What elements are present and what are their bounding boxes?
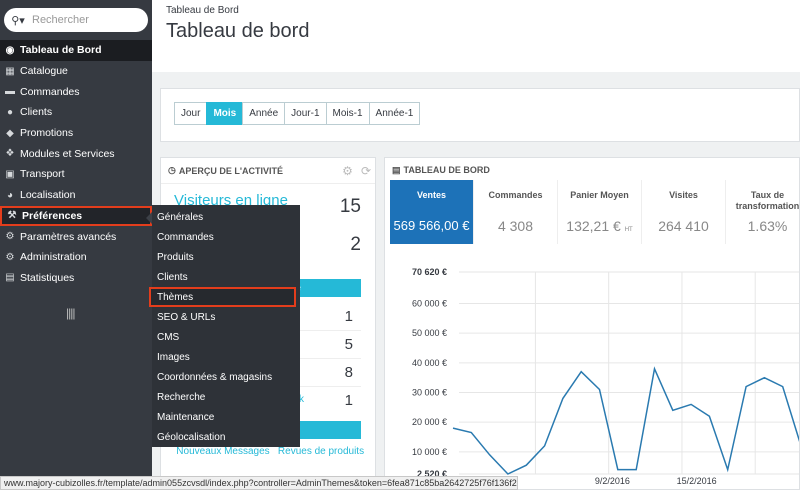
sidebar-item-preferences[interactable]: ⚒ Préférences [0, 205, 152, 227]
sidebar: ⚲▾ ◉Tableau de Bord ▦Catalogue ▬Commande… [0, 0, 152, 490]
sales-series-line[interactable] [452, 366, 800, 475]
credit-card-icon: ▬ [5, 86, 15, 98]
filter-month-button[interactable]: Mois [206, 102, 244, 125]
cogs-icon: ⚙ [5, 231, 15, 243]
puzzle-icon: ❖ [5, 148, 15, 160]
settings-icon[interactable]: ⚙ [342, 164, 353, 178]
filter-year-minus-one-button[interactable]: Année-1 [368, 102, 421, 125]
kpi-row: Ventes 569 566,00 € Commandes 4 308 Panier… [390, 180, 799, 244]
preferences-submenu: Générales Commandes Produits Clients Thè… [149, 205, 300, 447]
sidebar-item-orders[interactable]: ▬ Commandes [0, 81, 152, 102]
sidebar-collapse-handle[interactable]: |||| [66, 306, 76, 320]
submenu-item-customers[interactable]: Clients [152, 267, 300, 287]
sidebar-item-dashboard[interactable]: ◉ Tableau de Bord [0, 40, 152, 61]
product-reviews-link[interactable]: Revues de produits [273, 446, 369, 457]
wrench-icon: ⚒ [7, 210, 17, 222]
filter-day-minus-one-button[interactable]: Jour-1 [284, 102, 327, 125]
filter-month-minus-one-button[interactable]: Mois-1 [325, 102, 370, 125]
sidebar-item-catalog[interactable]: ▦ Catalogue [0, 61, 152, 82]
page-title: Tableau de bord [166, 20, 310, 42]
submenu-item-geolocation[interactable]: Géolocalisation [152, 427, 300, 447]
sidebar-item-modules[interactable]: ❖ Modules et Services [0, 143, 152, 164]
submenu-item-products[interactable]: Produits [152, 247, 300, 267]
sidebar-item-administration[interactable]: ⚙ Administration [0, 247, 152, 268]
submenu-item-cms[interactable]: CMS [152, 327, 300, 347]
submenu-item-contacts-stores[interactable]: Coordonnées & magasins [152, 367, 300, 387]
sidebar-item-advanced-parameters[interactable]: ⚙ Paramètres avancés [0, 226, 152, 247]
y-tick-label: 20 000 € [412, 417, 447, 427]
search-input[interactable] [32, 14, 132, 26]
sidebar-item-promotions[interactable]: ◆ Promotions [0, 123, 152, 144]
globe-icon: ◕ [6, 189, 14, 201]
breadcrumb[interactable]: Tableau de Bord [166, 5, 239, 16]
truck-icon: ▣ [5, 168, 15, 180]
kpi-orders[interactable]: Commandes 4 308 [474, 180, 558, 244]
y-tick-label: 60 000 € [412, 299, 447, 309]
bar-chart-icon: ▤ [5, 272, 15, 284]
kpi-visits[interactable]: Visites 264 410 [642, 180, 726, 244]
new-messages-link[interactable]: Nouveaux Messages [169, 446, 277, 457]
online-visitors-value: 15 [339, 196, 361, 217]
sidebar-item-localization[interactable]: ◕ Localisation [0, 185, 152, 206]
book-icon: ▦ [5, 65, 15, 77]
page-header: Tableau de Bord Tableau de bord [152, 0, 800, 72]
x-tick-label: 15/2/2016 [677, 476, 717, 486]
refresh-icon[interactable]: ⟳ [361, 164, 371, 178]
kpi-conversion-rate[interactable]: Taux de transformation 1.63% [726, 180, 799, 244]
y-tick-label: 40 000 € [412, 358, 447, 368]
sidebar-item-shipping[interactable]: ▣ Transport [0, 164, 152, 185]
submenu-item-search[interactable]: Recherche [152, 387, 300, 407]
activity-count-4: 1 [344, 392, 353, 409]
sidebar-item-customers[interactable]: ● Clients [0, 102, 152, 123]
y-tick-label: 10 000 € [412, 447, 447, 457]
activity-count-2: 5 [344, 336, 353, 353]
browser-status-bar: www.majory-cubizolles.fr/template/admin0… [0, 476, 518, 490]
dashboard-panel: ▤ TABLEAU DE BORD Ventes 569 566,00 € Comm… [384, 157, 800, 490]
submenu-item-orders[interactable]: Commandes [152, 227, 300, 247]
activity-panel-tools: ⚙ ⟳ [342, 164, 371, 178]
search-box[interactable]: ⚲▾ [4, 8, 148, 32]
submenu-item-themes[interactable]: Thèmes [149, 287, 296, 307]
filter-day-button[interactable]: Jour [174, 102, 208, 125]
kpi-sales[interactable]: Ventes 569 566,00 € [390, 180, 474, 244]
sales-line-chart: 70 620 € 60 000 € 50 000 € 40 000 € 30 000 €… [412, 267, 800, 486]
activity-count-1: 1 [344, 308, 353, 325]
submenu-item-maintenance[interactable]: Maintenance [152, 407, 300, 427]
dashboard-icon: ◉ [5, 44, 15, 56]
y-tick-label: 50 000 € [412, 328, 447, 338]
sidebar-item-stats[interactable]: ▤ Statistiques [0, 268, 152, 289]
clock-icon: ◷ [168, 165, 176, 175]
search-icon[interactable]: ⚲▾ [4, 14, 32, 27]
tag-icon: ◆ [6, 127, 14, 139]
sidebar-nav: ◉ Tableau de Bord ▦ Catalogue ▬ Commandes ●… [0, 40, 152, 288]
y-tick-label: 30 000 € [412, 387, 447, 397]
dashboard-panel-header: ▤ TABLEAU DE BORD [392, 164, 490, 176]
activity-count-3: 8 [344, 364, 353, 381]
x-tick-label: 9/2/2016 [595, 476, 630, 486]
bar-chart-icon: ▤ [392, 164, 401, 175]
active-carts-value: 2 [350, 234, 361, 255]
date-filter-card: Jour Mois Année Jour-1 Mois-1 Année-1 [160, 88, 800, 142]
kpi-average-cart[interactable]: Panier Moyen 132,21 € HT [558, 180, 642, 244]
submenu-item-general[interactable]: Générales [152, 207, 300, 227]
user-icon: ● [6, 106, 14, 118]
y-tick-label: 70 620 € [412, 267, 447, 277]
date-range-buttons: Jour Mois Année Jour-1 Mois-1 Année-1 [174, 102, 421, 125]
filter-year-button[interactable]: Année [242, 102, 286, 125]
gear-icon: ⚙ [5, 251, 15, 263]
submenu-item-seo-urls[interactable]: SEO & URLs [152, 307, 300, 327]
submenu-item-images[interactable]: Images [152, 347, 300, 367]
